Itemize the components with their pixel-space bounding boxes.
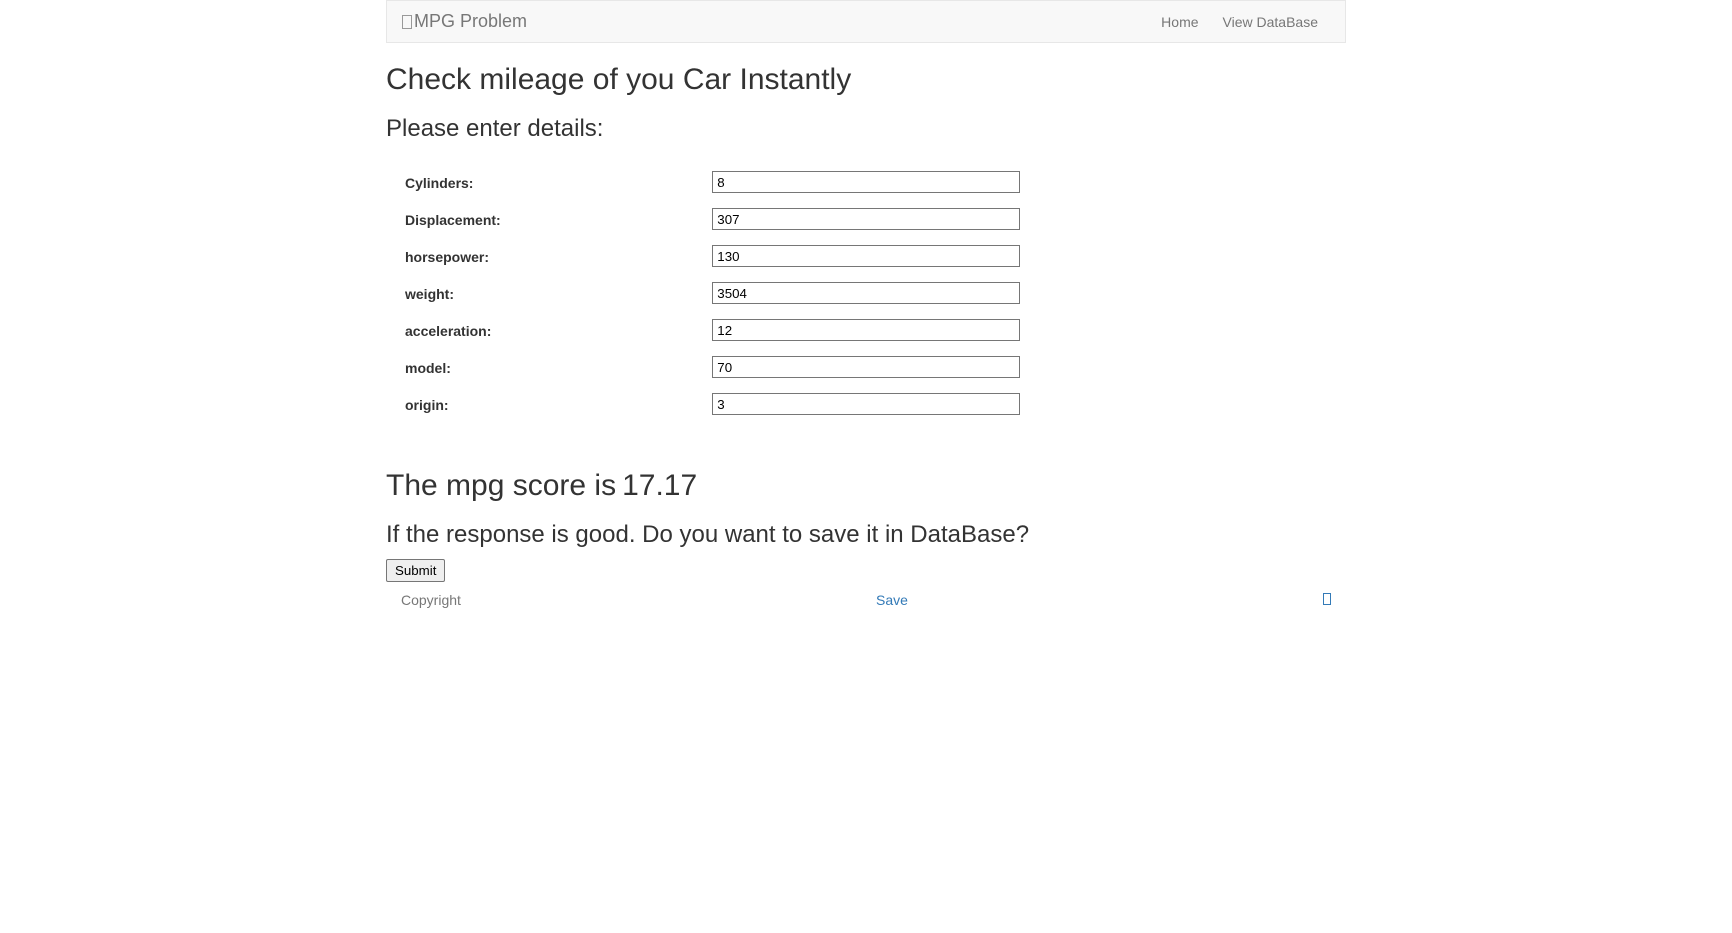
input-weight[interactable] xyxy=(712,282,1019,304)
form-row-cylinders: Cylinders: xyxy=(405,171,1327,193)
navbar-brand[interactable]: MPG Problem xyxy=(402,1,527,42)
label-origin: origin: xyxy=(405,393,712,413)
form-row-model: model: xyxy=(405,356,1327,378)
input-displacement[interactable] xyxy=(712,208,1019,230)
input-horsepower[interactable] xyxy=(712,245,1019,267)
result-value: 17.17 xyxy=(622,469,697,502)
result-label: The mpg score is xyxy=(386,469,616,502)
footer-save-link[interactable]: Save xyxy=(876,592,908,608)
form-row-origin: origin: xyxy=(405,393,1327,415)
form-well: Cylinders: Displacement: horsepower: wei… xyxy=(386,152,1346,449)
input-cylinders[interactable] xyxy=(712,171,1019,193)
form-row-acceleration: acceleration: xyxy=(405,319,1327,341)
submit-button[interactable]: Submit xyxy=(386,559,445,582)
navbar: MPG Problem Home View DataBase xyxy=(386,0,1346,43)
footer-top-link[interactable] xyxy=(1323,592,1331,608)
nav-link-home[interactable]: Home xyxy=(1149,4,1210,40)
navbar-nav: Home View DataBase xyxy=(1149,4,1330,40)
result-row: The mpg score is 17.17 xyxy=(386,469,1346,502)
brand-icon xyxy=(402,15,412,29)
form-row-horsepower: horsepower: xyxy=(405,245,1327,267)
page-subtitle: Please enter details: xyxy=(386,116,1346,142)
label-weight: weight: xyxy=(405,282,712,302)
label-acceleration: acceleration: xyxy=(405,319,712,339)
label-cylinders: Cylinders: xyxy=(405,171,712,191)
page-title: Check mileage of you Car Instantly xyxy=(386,63,1346,96)
save-prompt: If the response is good. Do you want to … xyxy=(386,522,1346,548)
footer-top-icon xyxy=(1323,593,1331,605)
footer-copyright: Copyright xyxy=(401,592,461,608)
label-horsepower: horsepower: xyxy=(405,245,712,265)
input-model[interactable] xyxy=(712,356,1019,378)
mpg-form: Cylinders: Displacement: horsepower: wei… xyxy=(405,171,1327,415)
input-origin[interactable] xyxy=(712,393,1019,415)
footer: Copyright Save xyxy=(386,582,1346,618)
label-displacement: Displacement: xyxy=(405,208,712,228)
nav-link-view-database[interactable]: View DataBase xyxy=(1211,4,1330,40)
form-row-displacement: Displacement: xyxy=(405,208,1327,230)
input-acceleration[interactable] xyxy=(712,319,1019,341)
brand-text: MPG Problem xyxy=(414,11,527,32)
label-model: model: xyxy=(405,356,712,376)
form-row-weight: weight: xyxy=(405,282,1327,304)
